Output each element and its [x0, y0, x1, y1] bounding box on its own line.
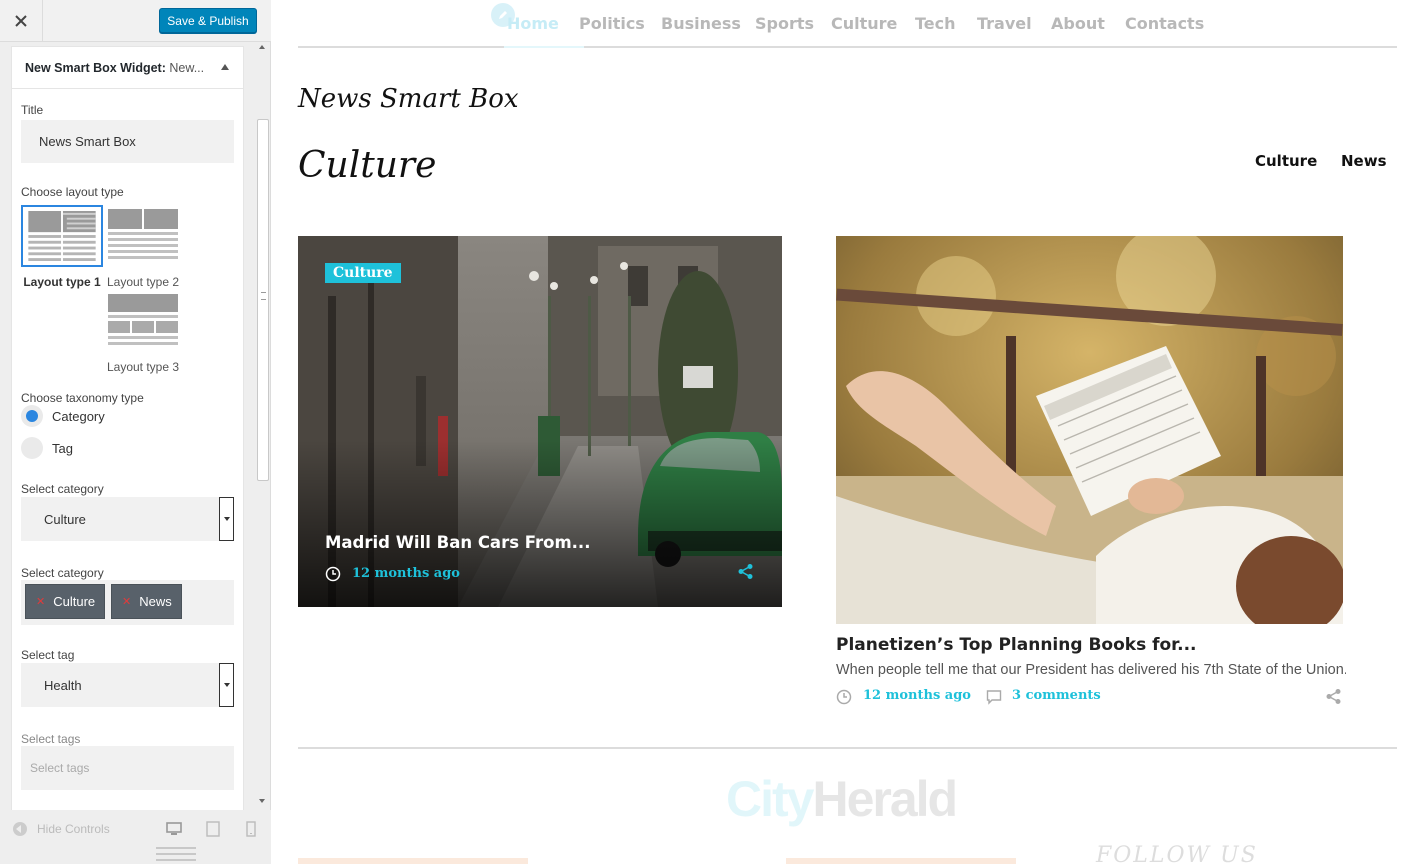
- post-excerpt: When people tell me that our President h…: [836, 662, 1346, 678]
- layout-type-3-option[interactable]: [108, 294, 178, 346]
- layout-type-3-label: Layout type 3: [106, 360, 180, 374]
- tags-placeholder: Select tags: [30, 761, 90, 775]
- sidebar-header: Save & Publish: [0, 0, 271, 42]
- widget-heading: News Smart Box: [298, 84, 519, 114]
- chip-label: News: [139, 594, 172, 609]
- taxonomy-type-label: Choose taxonomy type: [21, 391, 144, 405]
- chip-culture[interactable]: ✕ Culture: [25, 584, 106, 619]
- category-badge[interactable]: Culture: [325, 263, 401, 283]
- main-navigation: Home Politics Business Sports Culture Te…: [298, 0, 1397, 48]
- select-category-label: Select category: [21, 482, 104, 496]
- follow-us-heading: FOLLOW US: [1096, 843, 1258, 864]
- hide-controls-button[interactable]: Hide Controls: [13, 822, 110, 836]
- layout-type-1-label: Layout type 1: [23, 275, 101, 289]
- footer-image-strip: [298, 858, 528, 864]
- nav-item-home[interactable]: Home: [507, 14, 559, 33]
- post-comments-link[interactable]: 3 comments: [1012, 688, 1101, 703]
- chip-news[interactable]: ✕ News: [111, 584, 182, 619]
- layout-1-thumbnail-icon: [28, 211, 96, 261]
- nav-item-business[interactable]: Business: [661, 14, 741, 33]
- chip-label: Culture: [53, 594, 96, 609]
- share-icon[interactable]: [1325, 688, 1342, 705]
- tag-radio[interactable]: [21, 437, 43, 459]
- reading-hammock-image: [836, 236, 1343, 624]
- post-time: 12 months ago: [352, 566, 460, 581]
- section-title: Culture: [298, 145, 437, 186]
- tablet-icon[interactable]: [205, 821, 221, 837]
- share-icon[interactable]: [737, 563, 754, 580]
- filter-tab-news[interactable]: News: [1341, 152, 1387, 170]
- close-button[interactable]: [0, 0, 43, 42]
- nav-item-about[interactable]: About: [1051, 14, 1105, 33]
- hide-controls-label: Hide Controls: [37, 822, 110, 836]
- nav-item-politics[interactable]: Politics: [579, 14, 645, 33]
- collapse-arrow-icon[interactable]: [221, 64, 229, 70]
- nav-item-contacts[interactable]: Contacts: [1125, 14, 1204, 33]
- title-label: Title: [21, 103, 44, 117]
- section-divider: [298, 747, 1397, 749]
- scrollbar-thumb[interactable]: [257, 119, 269, 481]
- scroll-down-arrow-icon[interactable]: [259, 799, 265, 803]
- tag-select-value: Health: [44, 677, 82, 693]
- post-title[interactable]: Madrid Will Ban Cars From...: [325, 533, 590, 552]
- widget-header[interactable]: New Smart Box Widget: New...: [12, 47, 243, 89]
- desktop-icon[interactable]: [166, 821, 182, 837]
- comment-icon: [986, 690, 1002, 705]
- sidebar-scroll-area: New Smart Box Widget: New... Title Choos…: [0, 42, 271, 810]
- clock-icon: [325, 566, 341, 582]
- nav-item-culture[interactable]: Culture: [831, 14, 897, 33]
- nav-item-tech[interactable]: Tech: [915, 14, 956, 33]
- select-tags-label: Select tags: [21, 732, 81, 746]
- select-categories-label: Select category: [21, 566, 104, 580]
- save-publish-button[interactable]: Save & Publish: [159, 8, 257, 33]
- layout-type-2-option[interactable]: [108, 209, 178, 261]
- category-radio-label: Category: [52, 409, 105, 424]
- widget-title: New Smart Box Widget: New...: [25, 60, 205, 75]
- tag-select-arrow-icon[interactable]: [219, 663, 234, 707]
- category-select-value: Culture: [44, 511, 86, 527]
- tag-select[interactable]: Health: [21, 663, 234, 707]
- select-tag-label: Select tag: [21, 648, 75, 662]
- category-select[interactable]: Culture: [21, 497, 234, 541]
- post-image-reader[interactable]: [836, 236, 1343, 624]
- sidebar-footer: Hide Controls: [0, 810, 271, 864]
- tags-input[interactable]: Select tags: [21, 746, 234, 790]
- widget-panel: New Smart Box Widget: New... Title Choos…: [11, 46, 244, 810]
- remove-chip-icon[interactable]: ✕: [36, 595, 45, 608]
- featured-post-card[interactable]: Culture Madrid Will Ban Cars From... 12 …: [298, 236, 782, 607]
- nav-item-travel[interactable]: Travel: [977, 14, 1032, 33]
- post-time: 12 months ago: [863, 688, 971, 703]
- title-input[interactable]: [21, 120, 234, 163]
- close-icon: [15, 15, 27, 27]
- footer-image-strip: [786, 858, 1016, 864]
- layout-3-thumbnail-icon: [108, 294, 178, 345]
- category-radio[interactable]: [21, 405, 43, 427]
- remove-chip-icon[interactable]: ✕: [122, 595, 131, 608]
- customizer-sidebar: Save & Publish New Smart Box Widget: New…: [0, 0, 271, 864]
- nav-item-sports[interactable]: Sports: [755, 14, 814, 33]
- layout-2-thumbnail-icon: [108, 209, 178, 259]
- category-select-arrow-icon[interactable]: [219, 497, 234, 541]
- clock-icon: [836, 689, 852, 705]
- layout-type-2-label: Layout type 2: [106, 275, 180, 289]
- nav-active-underline: [504, 46, 584, 48]
- filter-tab-culture[interactable]: Culture: [1255, 152, 1317, 170]
- footer-logo[interactable]: CityHerald: [726, 770, 958, 828]
- site-preview: Home Politics Business Sports Culture Te…: [271, 0, 1419, 864]
- collapse-circle-icon: [13, 822, 27, 836]
- layout-type-1-option[interactable]: [21, 205, 103, 267]
- layout-type-label: Choose layout type: [21, 185, 124, 199]
- scroll-up-arrow-icon[interactable]: [259, 45, 265, 49]
- drag-handle-icon[interactable]: [156, 847, 196, 864]
- tag-radio-label: Tag: [52, 441, 73, 456]
- mobile-icon[interactable]: [243, 821, 259, 837]
- sidebar-scrollbar[interactable]: [255, 42, 271, 810]
- post-title[interactable]: Planetizen’s Top Planning Books for...: [836, 635, 1197, 655]
